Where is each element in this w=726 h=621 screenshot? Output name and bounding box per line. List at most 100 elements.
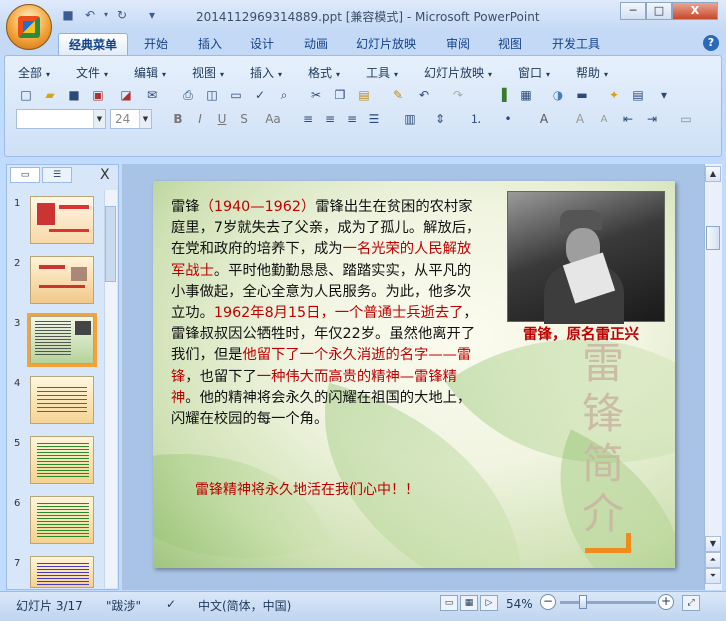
align-right-icon[interactable]: ≡ [342,110,362,129]
lei-feng-photo[interactable] [507,191,665,324]
zoom-in-button[interactable]: + [658,594,674,610]
decrease-indent-icon[interactable]: ⇤ [618,110,638,129]
language-indicator[interactable]: 中文(简体，中国) [198,597,291,614]
menu-format[interactable]: 格式 ▾ [308,64,340,81]
menu-edit[interactable]: 编辑 ▾ [134,64,166,81]
zoom-slider[interactable] [560,601,656,604]
new-icon[interactable]: □ [16,86,36,105]
close-pane-icon[interactable]: X [100,167,110,183]
new-slide-icon[interactable]: ✦ [604,86,624,105]
tab-review[interactable]: 审阅 [436,33,480,55]
font-name-combo[interactable]: ▼ [16,109,106,129]
grow-font-icon[interactable]: A [570,110,590,129]
menu-help[interactable]: 帮助 ▾ [576,64,608,81]
slide-closing-line[interactable]: 雷锋精神将永久地活在我们心中！！ [195,479,419,499]
vertical-scroll-thumb[interactable] [706,226,720,250]
menu-view[interactable]: 视图 ▾ [192,64,224,81]
slide-layout-icon[interactable]: ▭ [226,86,246,105]
email-icon[interactable]: ✉ [142,86,162,105]
save-icon[interactable]: ■ [60,7,76,23]
paste-icon[interactable]: ▤ [354,86,374,105]
slides-tab[interactable]: ▭ [10,167,40,183]
save-toolbar-icon[interactable]: ■ [64,86,84,105]
bullets-icon[interactable]: • [498,110,518,129]
slide-canvas[interactable]: 雷锋（1940—1962）雷锋出生在贫困的农村家庭里，7岁就失去了父亲，成为了孤… [153,181,675,568]
menu-insert[interactable]: 插入 ▾ [250,64,282,81]
restore-button[interactable]: □ [646,2,672,20]
help-icon[interactable]: ? [703,35,719,51]
research-icon[interactable]: ⌕ [274,86,294,105]
more-options-icon[interactable]: ▾ [654,86,674,105]
font-color-icon[interactable]: A [534,110,554,129]
line-spacing-icon[interactable]: ⇕ [430,110,450,129]
undo-icon[interactable]: ↶ [82,7,98,23]
slide-thumbnail-1[interactable] [30,196,94,244]
tab-developer[interactable]: 开发工具 [542,33,610,55]
zoom-slider-thumb[interactable] [579,595,588,609]
menu-tools[interactable]: 工具 ▾ [366,64,398,81]
columns-icon[interactable]: ▥ [400,110,420,129]
justify-icon[interactable]: ☰ [364,110,384,129]
next-slide-icon[interactable]: ⏷ [705,568,721,584]
minimize-button[interactable]: ─ [620,2,646,20]
scroll-down-icon[interactable]: ▼ [705,536,721,552]
previous-slide-icon[interactable]: ⏶ [705,552,721,568]
bold-icon[interactable]: B [168,110,188,129]
layout-icon[interactable]: ▤ [628,86,648,105]
close-button[interactable]: X [672,2,718,20]
insert-table-icon[interactable]: ▦ [516,86,536,105]
print-icon[interactable]: ⎙ [178,86,198,105]
outline-tab[interactable]: ☰ [42,167,72,183]
menu-all[interactable]: 全部 ▾ [18,64,50,81]
design-icon[interactable]: ▭ [676,110,696,129]
tab-design[interactable]: 设计 [240,33,284,55]
slide-thumbnail-5[interactable] [30,436,94,484]
slideshow-view-button[interactable]: ▷ [480,595,498,611]
menu-window[interactable]: 窗口 ▾ [518,64,550,81]
format-painter-icon[interactable]: ✎ [388,86,408,105]
menu-slideshow[interactable]: 幻灯片放映 ▾ [424,64,492,81]
permission-icon[interactable]: ▣ [88,86,108,105]
normal-view-button[interactable]: ▭ [440,595,458,611]
spelling-icon[interactable]: ✓ [250,86,270,105]
zoom-out-button[interactable]: − [540,594,556,610]
theme-name[interactable]: "跋涉" [106,597,141,614]
insert-chart-icon[interactable]: ▐ [492,86,512,105]
redo-icon[interactable]: ↻ [114,7,130,23]
slide-thumbnail-3[interactable] [27,313,97,367]
spellcheck-icon[interactable]: ✓ [166,597,176,611]
office-button[interactable] [6,4,52,50]
zoom-level[interactable]: 54% [506,597,533,611]
tab-view[interactable]: 视图 [488,33,532,55]
numbering-icon[interactable]: ⒈ [466,110,486,129]
increase-indent-icon[interactable]: ⇥ [642,110,662,129]
pdf-icon[interactable]: ◪ [116,86,136,105]
customize-quick-access-icon[interactable]: ▾ [144,7,160,23]
copy-icon[interactable]: ❐ [330,86,350,105]
tab-classic-menu[interactable]: 经典菜单 [58,33,129,55]
font-size-combo[interactable]: 24 ▼ [110,109,152,129]
fit-to-window-icon[interactable]: ⤢ [682,595,700,611]
slide-sorter-view-button[interactable]: ▦ [460,595,478,611]
shrink-font-icon[interactable]: A [594,110,614,129]
undo-toolbar-icon[interactable]: ↶ [414,86,434,105]
slide-thumbnail-4[interactable] [30,376,94,424]
tab-insert[interactable]: 插入 [188,33,232,55]
shadow-icon[interactable]: S [234,110,254,129]
slide-thumbnail-2[interactable] [30,256,94,304]
open-icon[interactable]: ▰ [40,86,60,105]
align-left-icon[interactable]: ≡ [298,110,318,129]
slide-body-text[interactable]: 雷锋（1940—1962）雷锋出生在贫困的农村家庭里，7岁就失去了父亲，成为了孤… [171,197,483,430]
print-preview-icon[interactable]: ◫ [202,86,222,105]
tab-animation[interactable]: 动画 [294,33,338,55]
slide-thumbnail-6[interactable] [30,496,94,544]
redo-toolbar-icon[interactable]: ↷ [448,86,468,105]
cut-icon[interactable]: ✂ [306,86,326,105]
italic-icon[interactable]: I [190,110,210,129]
menu-file[interactable]: 文件 ▾ [76,64,108,81]
tab-home[interactable]: 开始 [134,33,178,55]
tab-slideshow[interactable]: 幻灯片放映 [346,33,426,55]
slide-vertical-title[interactable]: 雷锋简介 [573,339,633,539]
slide-thumbnail-7[interactable] [30,556,94,588]
slide-design-icon[interactable]: ▬ [572,86,592,105]
